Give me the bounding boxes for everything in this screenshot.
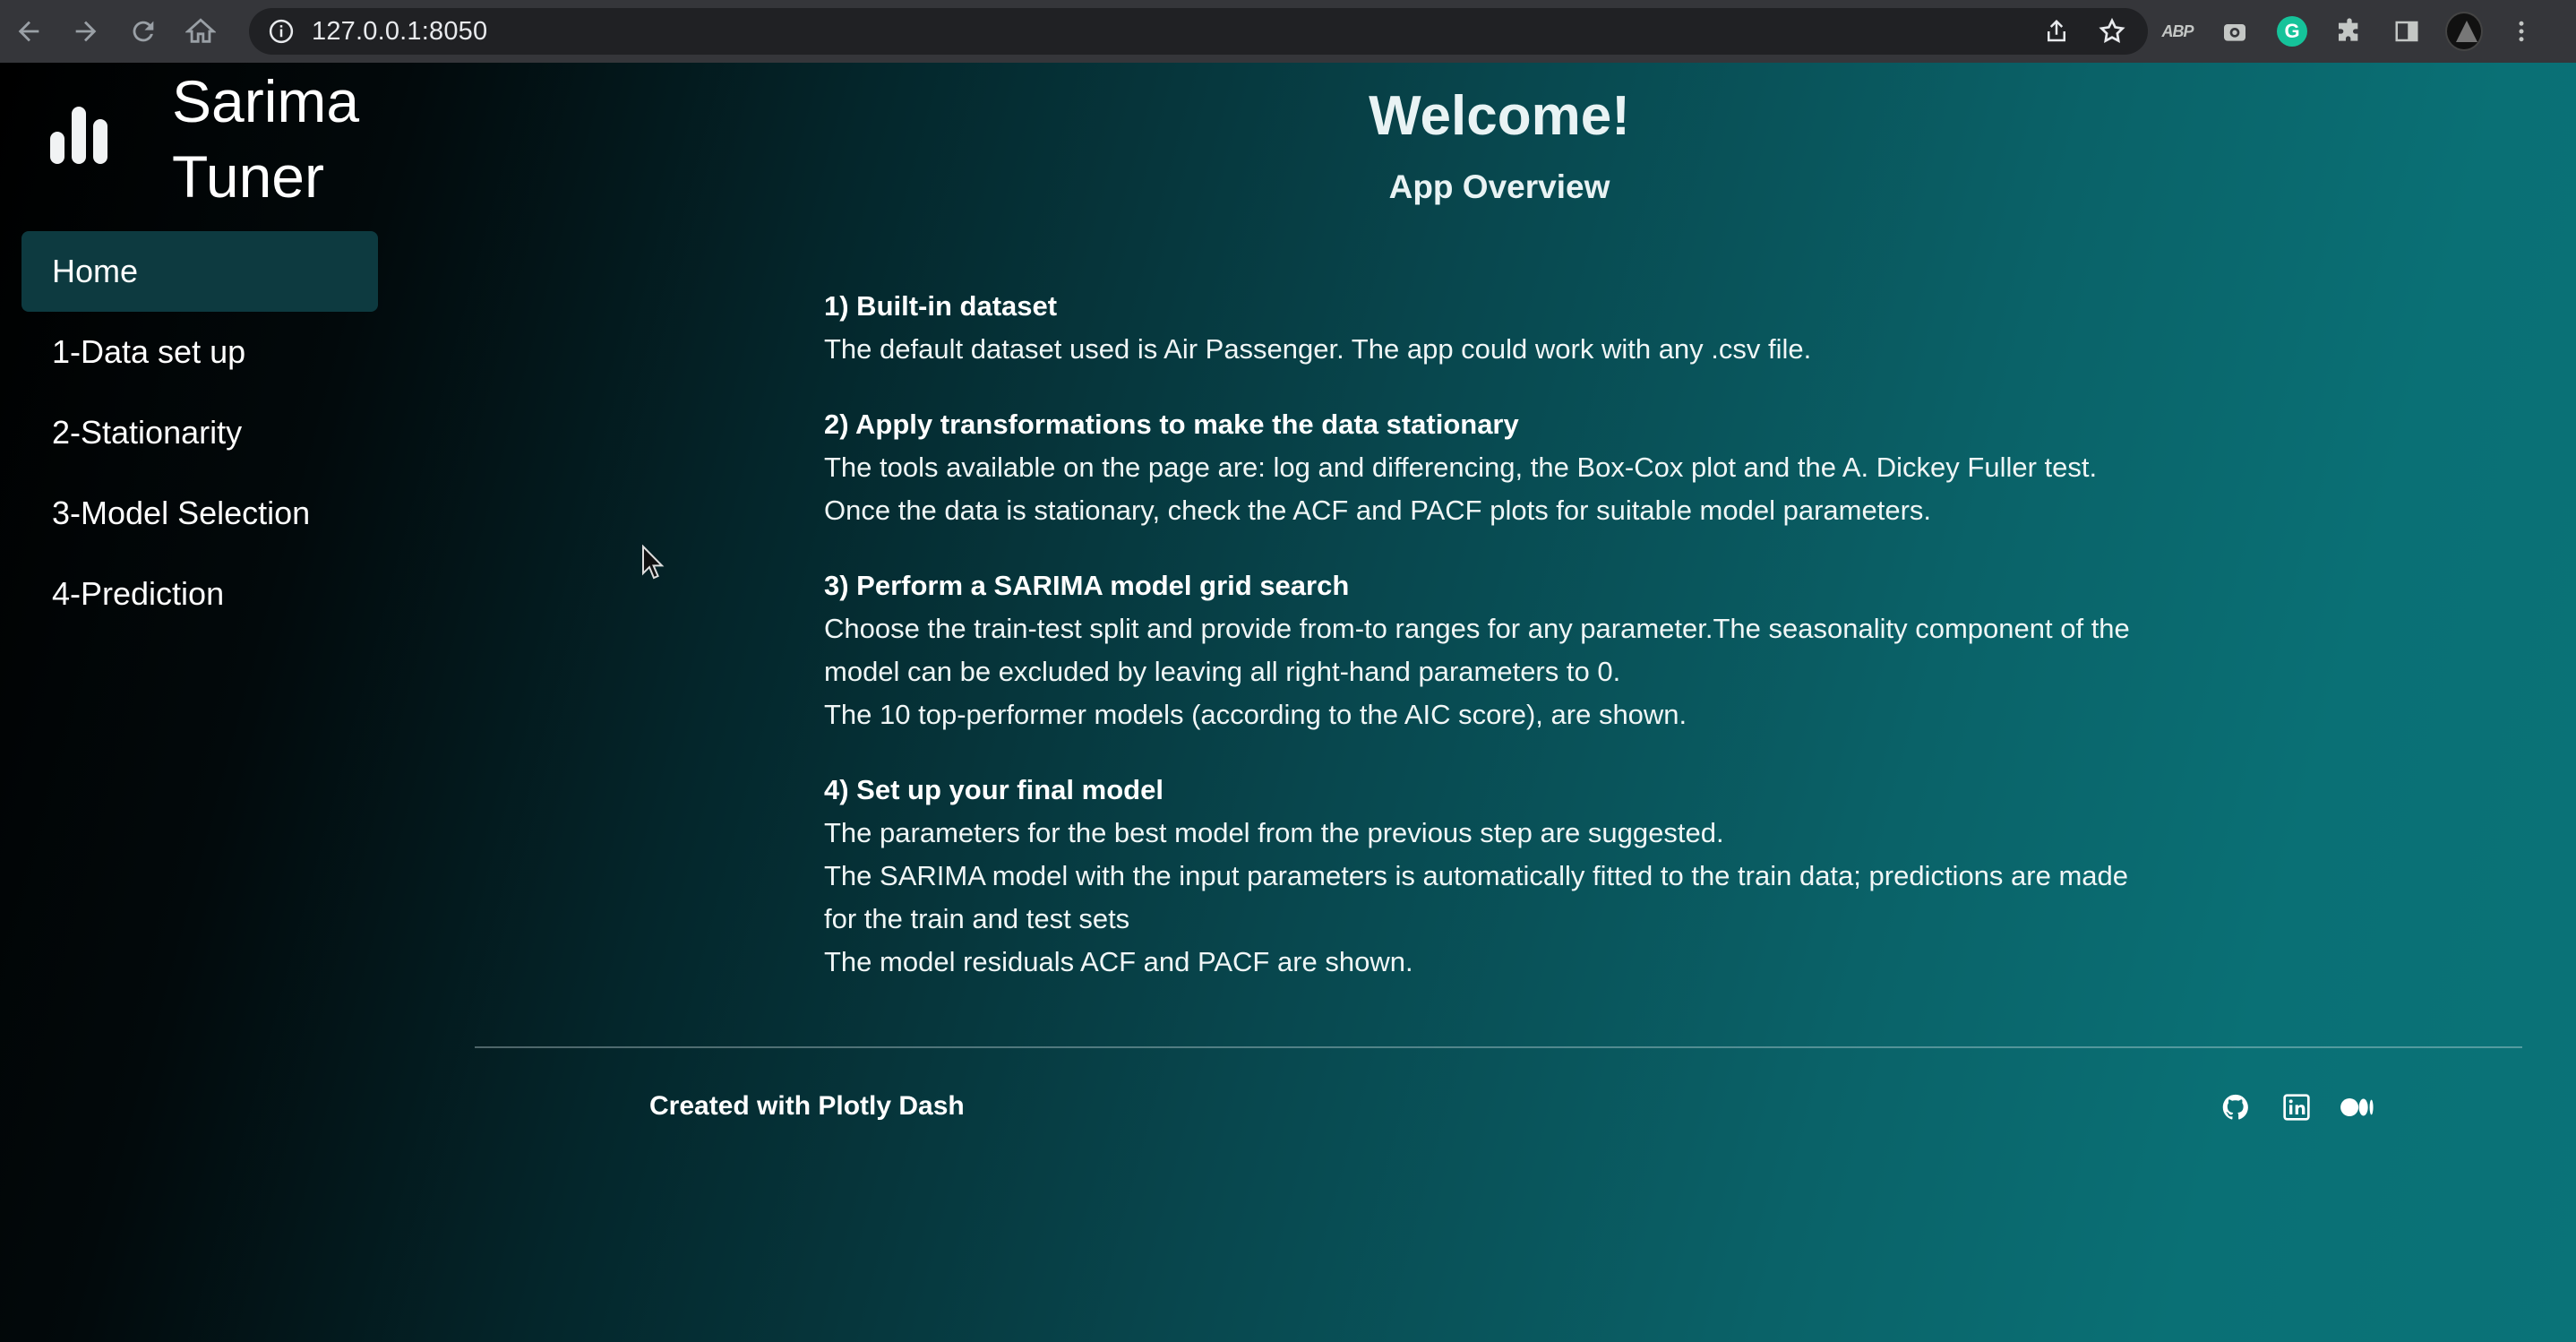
sidebar-item-prediction[interactable]: 4-Prediction: [21, 554, 378, 634]
side-panel-icon[interactable]: [2388, 13, 2426, 50]
medium-icon[interactable]: [2340, 1089, 2375, 1125]
browser-toolbar: 127.0.0.1:8050 ABP G: [0, 0, 2576, 63]
sidebar-item-model-selection[interactable]: 3-Model Selection: [21, 473, 378, 554]
section-heading: 3) Perform a SARIMA model grid search: [824, 570, 1350, 601]
forward-button[interactable]: [57, 0, 115, 63]
app-page: Sarima Tuner Home 1-Data set up 2-Statio…: [0, 63, 2576, 1342]
section-text: model can be excluded by leaving all rig…: [824, 656, 1621, 687]
github-icon[interactable]: [2218, 1089, 2254, 1125]
bookmark-star-icon[interactable]: [2094, 13, 2130, 49]
grammarly-icon[interactable]: G: [2273, 13, 2311, 50]
section-text: The SARIMA model with the input paramete…: [824, 860, 2129, 891]
section-text: The model residuals ACF and PACF are sho…: [824, 946, 1413, 977]
linkedin-icon[interactable]: [2279, 1089, 2314, 1125]
share-icon[interactable]: [2039, 13, 2074, 49]
mouse-cursor-icon: [642, 545, 665, 580]
section-text: The tools available on the page are: log…: [824, 452, 2098, 483]
section-heading: 4) Set up your final model: [824, 774, 1163, 805]
app-title-line1: Sarima: [172, 68, 360, 134]
site-info-icon[interactable]: [267, 17, 296, 46]
overview-content: 1) Built-in dataset The default dataset …: [824, 285, 2185, 1016]
brand[interactable]: Sarima Tuner: [25, 63, 405, 215]
more-menu-icon[interactable]: [2503, 13, 2540, 50]
sidebar: Sarima Tuner Home 1-Data set up 2-Statio…: [0, 63, 394, 1342]
address-bar[interactable]: 127.0.0.1:8050: [249, 8, 2148, 55]
section-text: for the train and test sets: [824, 903, 1130, 934]
grammarly-letter: G: [2277, 16, 2307, 47]
footer-links: [2218, 1089, 2375, 1125]
overview-section: 2) Apply transformations to make the dat…: [824, 403, 2185, 532]
section-text: The parameters for the best model from t…: [824, 817, 1724, 848]
reload-icon: [133, 21, 154, 42]
avatar-image: [2445, 12, 2483, 51]
app-title-line2: Tuner: [172, 143, 324, 210]
footer-divider: [475, 1046, 2522, 1048]
overview-section: 3) Perform a SARIMA model grid search Ch…: [824, 564, 2185, 736]
reload-button[interactable]: [115, 0, 172, 63]
profile-avatar[interactable]: [2445, 12, 2483, 51]
page-subtitle: App Overview: [1388, 168, 1610, 205]
section-text: The 10 top-performer models (according t…: [824, 699, 1687, 730]
sidebar-nav: Home 1-Data set up 2-Stationarity 3-Mode…: [21, 231, 378, 634]
sidebar-item-data-set-up[interactable]: 1-Data set up: [21, 312, 378, 392]
camera-extension-icon[interactable]: [2216, 13, 2254, 50]
home-icon: [185, 18, 216, 43]
sidebar-item-stationarity[interactable]: 2-Stationarity: [21, 392, 378, 473]
home-button[interactable]: [172, 0, 229, 63]
section-heading: 2) Apply transformations to make the dat…: [824, 409, 1519, 440]
section-heading: 1) Built-in dataset: [824, 290, 1058, 322]
section-text: Choose the train-test split and provide …: [824, 613, 2130, 644]
overview-section: 1) Built-in dataset The default dataset …: [824, 285, 2185, 371]
url-text[interactable]: 127.0.0.1:8050: [312, 17, 487, 47]
footer-credit: Created with Plotly Dash: [649, 1091, 965, 1121]
back-arrow-icon: [18, 21, 39, 42]
sidebar-item-home[interactable]: Home: [21, 231, 378, 312]
page-title: Welcome!: [1369, 85, 1630, 147]
overview-section: 4) Set up your final model The parameter…: [824, 769, 2185, 984]
back-button[interactable]: [0, 0, 57, 63]
app-title: Sarima Tuner: [172, 64, 405, 214]
section-text: Once the data is stationary, check the A…: [824, 495, 1932, 526]
extensions-puzzle-icon[interactable]: [2331, 13, 2368, 50]
adblock-plus-icon[interactable]: ABP: [2159, 13, 2196, 50]
section-text: The default dataset used is Air Passenge…: [824, 333, 1812, 365]
bar-chart-icon: [25, 85, 133, 193]
forward-arrow-icon: [75, 21, 97, 42]
